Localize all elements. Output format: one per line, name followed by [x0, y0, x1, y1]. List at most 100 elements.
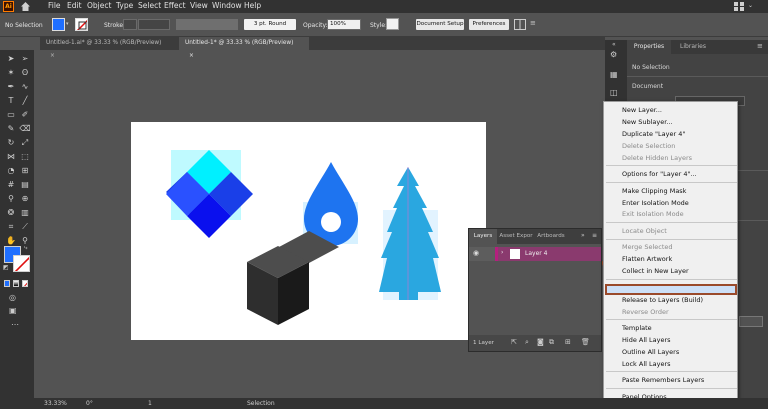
blend-tool-icon[interactable]: ⊕ — [19, 194, 31, 204]
artboard-tool-icon[interactable]: ⌗ — [5, 222, 17, 232]
properties-button[interactable] — [739, 316, 763, 327]
fill-dropdown-icon[interactable]: ▾ — [66, 21, 71, 29]
menu-item[interactable]: Release to Layers (Build) — [622, 296, 703, 304]
menu-item[interactable]: Paste Remembers Layers — [622, 376, 704, 384]
eyedropper-tool-icon[interactable]: ⚲ — [5, 194, 17, 204]
menu-edit[interactable]: Edit — [67, 1, 82, 10]
stroke-weight-stepper[interactable] — [123, 19, 137, 30]
menu-item[interactable]: Enter Isolation Mode — [622, 199, 689, 207]
libraries-panel-icon[interactable]: ▦ — [610, 70, 622, 80]
type-tool-icon[interactable]: T — [5, 96, 17, 106]
close-icon[interactable]: × — [50, 53, 55, 59]
brush-definition[interactable]: 3 pt. Round — [244, 19, 296, 30]
trash-icon[interactable]: 🗑 — [581, 338, 590, 346]
menu-effect[interactable]: Effect — [164, 1, 186, 10]
shaper-tool-icon[interactable]: ✎ — [5, 124, 17, 134]
menu-select[interactable]: Select — [138, 1, 161, 10]
preferences-button[interactable]: Preferences — [469, 19, 509, 30]
none-mode-icon[interactable] — [22, 280, 28, 287]
menu-view[interactable]: View — [190, 1, 208, 10]
rectangle-tool-icon[interactable]: ▭ — [5, 110, 17, 120]
tree-shape[interactable] — [379, 167, 441, 300]
menu-item[interactable]: Outline All Layers — [622, 348, 679, 356]
line-tool-icon[interactable]: ╱ — [19, 96, 31, 106]
menu-item[interactable]: Template — [622, 324, 652, 332]
export-icon[interactable]: ⇱ — [511, 338, 517, 346]
panel-menu-icon[interactable]: ≡ — [530, 19, 538, 30]
layer-row[interactable]: ◉ › Layer 4 — [469, 247, 601, 261]
current-tool-name[interactable]: Selection — [247, 400, 275, 407]
direct-selection-tool-icon[interactable]: ➢ — [19, 54, 31, 64]
menu-help[interactable]: Help — [244, 1, 261, 10]
menu-item[interactable]: New Layer... — [622, 106, 662, 114]
tab-artboards[interactable]: Artboards — [535, 229, 567, 244]
document-setup-button[interactable]: Document Setup — [416, 19, 464, 30]
properties-panel-icon[interactable]: ⚙ — [610, 50, 622, 60]
tab-properties[interactable]: Properties — [627, 40, 671, 54]
tab-untitled-1[interactable]: Untitled-1* @ 33.33 % (RGB/Preview) × — [179, 37, 309, 59]
menu-item[interactable]: Hide All Layers — [622, 336, 671, 344]
color-mode-icon[interactable] — [4, 280, 10, 287]
draw-mode-icon[interactable]: ◎ — [9, 293, 16, 302]
graphic-style-swatch[interactable] — [386, 18, 399, 30]
visibility-eye-icon[interactable]: ◉ — [473, 249, 479, 257]
fill-swatch[interactable] — [52, 18, 65, 31]
menu-file[interactable]: File — [48, 1, 61, 10]
column-graph-tool-icon[interactable]: ▥ — [19, 208, 31, 218]
menu-item[interactable]: Duplicate "Layer 4" — [622, 130, 685, 138]
menu-item[interactable]: New Sublayer... — [622, 118, 673, 126]
menu-item[interactable]: Lock All Layers — [622, 360, 671, 368]
collapse-panel-icon[interactable]: » — [581, 232, 585, 239]
pen-tool-icon[interactable]: ✒ — [5, 82, 17, 92]
chevron-down-icon[interactable]: ⌄ — [748, 2, 756, 11]
gradient-mode-icon[interactable] — [13, 280, 19, 287]
new-sublayer-icon[interactable]: ⧉ — [549, 338, 554, 347]
stroke-swatch[interactable] — [75, 18, 88, 31]
new-layer-icon[interactable]: ⊞ — [565, 338, 571, 346]
lasso-tool-icon[interactable]: ʘ — [19, 68, 31, 78]
paintbrush-tool-icon[interactable]: ✐ — [19, 110, 31, 120]
menu-window[interactable]: Window — [212, 1, 242, 10]
tab-libraries[interactable]: Libraries — [673, 40, 713, 54]
rotation-value[interactable]: 0° — [86, 400, 93, 407]
eraser-tool-icon[interactable]: ⌫ — [19, 124, 31, 134]
hand-tool-icon[interactable]: ✋ — [5, 236, 17, 246]
panel-menu-icon[interactable]: ≡ — [757, 42, 763, 50]
tab-untitled-1-ai[interactable]: Untitled-1.ai* @ 33.33 % (RGB/Preview) × — [40, 37, 178, 59]
tab-asset-export[interactable]: Asset Expor — [499, 229, 533, 244]
stroke-color-swatch[interactable] — [13, 255, 30, 272]
close-icon[interactable]: × — [189, 53, 194, 59]
more-tools-icon[interactable]: ⋯ — [11, 320, 19, 329]
artboard[interactable] — [131, 122, 486, 340]
artboard-number[interactable]: 1 — [148, 400, 152, 407]
rotate-tool-icon[interactable]: ↻ — [5, 138, 17, 148]
diamond-shape[interactable] — [166, 150, 253, 238]
opacity-field[interactable]: 100% — [327, 19, 361, 30]
locate-object-icon[interactable]: ⌕ — [525, 338, 529, 347]
menu-object[interactable]: Object — [87, 1, 111, 10]
arrange-documents-icon[interactable] — [514, 19, 526, 30]
screen-mode-icon[interactable]: ▣ — [9, 306, 17, 315]
slice-tool-icon[interactable]: ⟋ — [19, 222, 31, 232]
symbol-sprayer-tool-icon[interactable]: ❂ — [5, 208, 17, 218]
zoom-level[interactable]: 33.33% — [44, 400, 67, 407]
expand-arrow-icon[interactable]: › — [501, 249, 503, 256]
swap-fill-stroke-icon[interactable]: ⤷ — [24, 244, 27, 252]
menu-item[interactable]: Flatten Artwork — [622, 255, 672, 263]
panel-menu-icon[interactable]: ≡ — [592, 232, 597, 239]
width-tool-icon[interactable]: ⋈ — [5, 152, 17, 162]
curvature-tool-icon[interactable]: ∿ — [19, 82, 31, 92]
panel-collapse-icon[interactable]: « — [612, 41, 616, 48]
menu-item[interactable]: Make Clipping Mask — [622, 187, 686, 195]
clipping-mask-icon[interactable]: ◙ — [537, 338, 544, 346]
selection-tool-icon[interactable]: ➤ — [5, 54, 17, 64]
perspective-grid-tool-icon[interactable]: ⊞ — [19, 166, 31, 176]
variable-width-profile[interactable] — [176, 19, 238, 30]
stroke-weight-field[interactable] — [138, 19, 170, 30]
home-icon[interactable] — [20, 1, 31, 12]
default-fill-stroke-icon[interactable]: ◩ — [3, 264, 9, 271]
layers-panel-icon[interactable]: ◫ — [610, 88, 622, 98]
menu-item[interactable]: Options for "Layer 4"... — [622, 170, 697, 178]
magic-wand-tool-icon[interactable]: ✶ — [5, 68, 17, 78]
cube-shape[interactable] — [247, 231, 339, 325]
